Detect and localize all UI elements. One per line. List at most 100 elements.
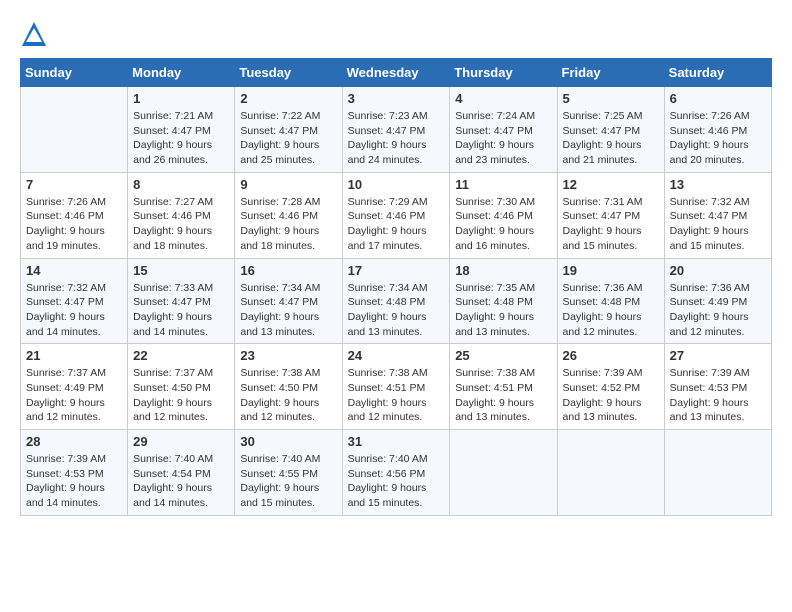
calendar-table: SundayMondayTuesdayWednesdayThursdayFrid… (20, 58, 772, 516)
day-number: 26 (563, 348, 659, 363)
day-info: Sunrise: 7:32 AM Sunset: 4:47 PM Dayligh… (670, 195, 766, 254)
day-number: 13 (670, 177, 766, 192)
day-number: 16 (240, 263, 336, 278)
day-info: Sunrise: 7:39 AM Sunset: 4:53 PM Dayligh… (26, 452, 122, 511)
calendar-cell: 18Sunrise: 7:35 AM Sunset: 4:48 PM Dayli… (450, 258, 557, 344)
day-number: 28 (26, 434, 122, 449)
day-info: Sunrise: 7:40 AM Sunset: 4:56 PM Dayligh… (348, 452, 445, 511)
day-info: Sunrise: 7:31 AM Sunset: 4:47 PM Dayligh… (563, 195, 659, 254)
calendar-cell: 27 Sunrise: 7:39 AM Sunset: 4:53 PM Dayli… (664, 344, 771, 430)
calendar-cell (450, 430, 557, 516)
calendar-cell: 9 Sunrise: 7:28 AM Sunset: 4:46 PM Daylig… (235, 172, 342, 258)
day-number: 20 (670, 263, 766, 278)
day-info: Sunrise: 7:21 AM Sunset: 4:47 PM Dayligh… (133, 109, 229, 168)
column-header-saturday: Saturday (664, 59, 771, 87)
calendar-cell: 22 Sunrise: 7:37 AM Sunset: 4:50 PM Dayli… (128, 344, 235, 430)
column-header-tuesday: Tuesday (235, 59, 342, 87)
calendar-cell: 12 Sunrise: 7:31 AM Sunset: 4:47 PM Dayli… (557, 172, 664, 258)
day-number: 21 (26, 348, 122, 363)
day-number: 1 (133, 91, 229, 106)
calendar-cell: 5 Sunrise: 7:25 AM Sunset: 4:47 PM Daylig… (557, 87, 664, 173)
column-header-thursday: Thursday (450, 59, 557, 87)
calendar-cell: 17Sunrise: 7:34 AM Sunset: 4:48 PM Dayli… (342, 258, 450, 344)
logo-icon (20, 20, 48, 48)
day-number: 9 (240, 177, 336, 192)
day-info: Sunrise: 7:38 AM Sunset: 4:50 PM Dayligh… (240, 366, 336, 425)
calendar-cell: 26 Sunrise: 7:39 AM Sunset: 4:52 PM Dayli… (557, 344, 664, 430)
day-number: 15 (133, 263, 229, 278)
calendar-cell: 19 Sunrise: 7:36 AM Sunset: 4:48 PM Dayli… (557, 258, 664, 344)
day-number: 12 (563, 177, 659, 192)
day-info: Sunrise: 7:27 AM Sunset: 4:46 PM Dayligh… (133, 195, 229, 254)
day-number: 3 (348, 91, 445, 106)
calendar-cell: 20 Sunrise: 7:36 AM Sunset: 4:49 PM Dayli… (664, 258, 771, 344)
day-number: 24 (348, 348, 445, 363)
day-info: Sunrise: 7:39 AM Sunset: 4:53 PM Dayligh… (670, 366, 766, 425)
calendar-cell: 14 Sunrise: 7:32 AM Sunset: 4:47 PM Dayli… (21, 258, 128, 344)
calendar-cell: 8 Sunrise: 7:27 AM Sunset: 4:46 PM Daylig… (128, 172, 235, 258)
day-number: 10 (348, 177, 445, 192)
day-number: 30 (240, 434, 336, 449)
day-info: Sunrise: 7:36 AM Sunset: 4:49 PM Dayligh… (670, 281, 766, 340)
calendar-cell: 31 Sunrise: 7:40 AM Sunset: 4:56 PM Dayli… (342, 430, 450, 516)
day-info: Sunrise: 7:24 AM Sunset: 4:47 PM Dayligh… (455, 109, 551, 168)
calendar-cell: 1 Sunrise: 7:21 AM Sunset: 4:47 PM Daylig… (128, 87, 235, 173)
day-number: 22 (133, 348, 229, 363)
day-number: 29 (133, 434, 229, 449)
day-info: Sunrise: 7:40 AM Sunset: 4:55 PM Dayligh… (240, 452, 336, 511)
day-number: 7 (26, 177, 122, 192)
column-header-monday: Monday (128, 59, 235, 87)
day-info: Sunrise: 7:29 AM Sunset: 4:46 PM Dayligh… (348, 195, 445, 254)
day-number: 11 (455, 177, 551, 192)
day-info: Sunrise: 7:22 AM Sunset: 4:47 PM Dayligh… (240, 109, 336, 168)
day-number: 17 (348, 263, 445, 278)
day-info: Sunrise: 7:26 AM Sunset: 4:46 PM Dayligh… (670, 109, 766, 168)
calendar-cell: 21 Sunrise: 7:37 AM Sunset: 4:49 PM Dayli… (21, 344, 128, 430)
day-number: 5 (563, 91, 659, 106)
calendar-week-2: 7 Sunrise: 7:26 AM Sunset: 4:46 PM Daylig… (21, 172, 772, 258)
calendar-cell: 3Sunrise: 7:23 AM Sunset: 4:47 PM Daylig… (342, 87, 450, 173)
day-info: Sunrise: 7:37 AM Sunset: 4:50 PM Dayligh… (133, 366, 229, 425)
day-number: 4 (455, 91, 551, 106)
calendar-cell (21, 87, 128, 173)
day-number: 6 (670, 91, 766, 106)
calendar-cell: 11 Sunrise: 7:30 AM Sunset: 4:46 PM Dayli… (450, 172, 557, 258)
day-number: 2 (240, 91, 336, 106)
day-number: 23 (240, 348, 336, 363)
calendar-week-5: 28 Sunrise: 7:39 AM Sunset: 4:53 PM Dayli… (21, 430, 772, 516)
day-info: Sunrise: 7:38 AM Sunset: 4:51 PM Dayligh… (455, 366, 551, 425)
column-header-sunday: Sunday (21, 59, 128, 87)
calendar-cell: 23 Sunrise: 7:38 AM Sunset: 4:50 PM Dayli… (235, 344, 342, 430)
column-header-friday: Friday (557, 59, 664, 87)
day-number: 25 (455, 348, 551, 363)
day-number: 27 (670, 348, 766, 363)
day-number: 31 (348, 434, 445, 449)
day-info: Sunrise: 7:34 AM Sunset: 4:47 PM Dayligh… (240, 281, 336, 340)
day-info: Sunrise: 7:38 AM Sunset: 4:51 PM Dayligh… (348, 366, 445, 425)
day-info: Sunrise: 7:26 AM Sunset: 4:46 PM Dayligh… (26, 195, 122, 254)
day-info: Sunrise: 7:30 AM Sunset: 4:46 PM Dayligh… (455, 195, 551, 254)
calendar-cell: 2 Sunrise: 7:22 AM Sunset: 4:47 PM Daylig… (235, 87, 342, 173)
calendar-cell: 28 Sunrise: 7:39 AM Sunset: 4:53 PM Dayli… (21, 430, 128, 516)
calendar-cell: 10 Sunrise: 7:29 AM Sunset: 4:46 PM Dayli… (342, 172, 450, 258)
day-info: Sunrise: 7:39 AM Sunset: 4:52 PM Dayligh… (563, 366, 659, 425)
day-number: 8 (133, 177, 229, 192)
day-info: Sunrise: 7:32 AM Sunset: 4:47 PM Dayligh… (26, 281, 122, 340)
day-info: Sunrise: 7:40 AM Sunset: 4:54 PM Dayligh… (133, 452, 229, 511)
day-number: 14 (26, 263, 122, 278)
day-info: Sunrise: 7:33 AM Sunset: 4:47 PM Dayligh… (133, 281, 229, 340)
day-info: Sunrise: 7:37 AM Sunset: 4:49 PM Dayligh… (26, 366, 122, 425)
day-number: 19 (563, 263, 659, 278)
calendar-cell: 30 Sunrise: 7:40 AM Sunset: 4:55 PM Dayli… (235, 430, 342, 516)
column-header-wednesday: Wednesday (342, 59, 450, 87)
calendar-cell: 6 Sunrise: 7:26 AM Sunset: 4:46 PM Daylig… (664, 87, 771, 173)
calendar-header-row: SundayMondayTuesdayWednesdayThursdayFrid… (21, 59, 772, 87)
day-info: Sunrise: 7:28 AM Sunset: 4:46 PM Dayligh… (240, 195, 336, 254)
day-info: Sunrise: 7:35 AM Sunset: 4:48 PM Dayligh… (455, 281, 551, 340)
calendar-cell: 24 Sunrise: 7:38 AM Sunset: 4:51 PM Dayli… (342, 344, 450, 430)
calendar-cell (557, 430, 664, 516)
day-info: Sunrise: 7:36 AM Sunset: 4:48 PM Dayligh… (563, 281, 659, 340)
logo (20, 20, 52, 48)
calendar-cell: 7 Sunrise: 7:26 AM Sunset: 4:46 PM Daylig… (21, 172, 128, 258)
day-info: Sunrise: 7:25 AM Sunset: 4:47 PM Dayligh… (563, 109, 659, 168)
